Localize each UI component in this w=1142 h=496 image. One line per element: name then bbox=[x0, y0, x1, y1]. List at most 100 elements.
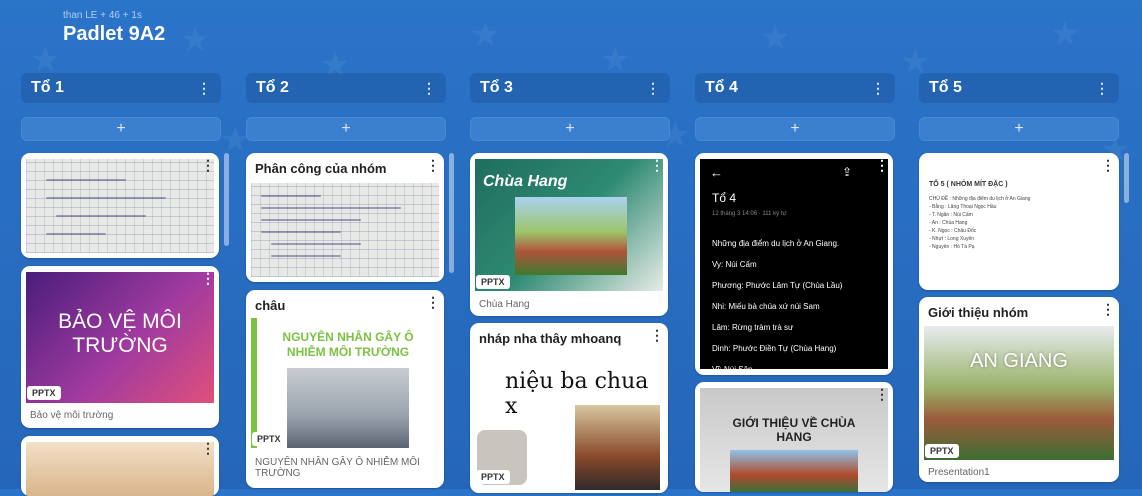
card-caption: NGUYÊN NHÂN GÂY Ô NHIỄM MÔI TRƯỜNG bbox=[255, 457, 420, 479]
temple-photo bbox=[515, 197, 627, 275]
note-line: - Nguyên : Hồ Tà Pạ bbox=[929, 244, 975, 250]
slide-thumbnail: BẢO VỆ MÔI TRƯỜNG bbox=[26, 272, 214, 403]
card-title: nháp nha thây mhoanq bbox=[479, 331, 622, 346]
column-header: Tổ 5 ⋮ bbox=[919, 73, 1119, 103]
column-menu-icon[interactable]: ⋮ bbox=[197, 80, 211, 97]
card-menu-icon[interactable]: ⋮ bbox=[426, 294, 440, 310]
back-arrow-icon: ← bbox=[710, 165, 723, 180]
card-menu-icon[interactable]: ⋮ bbox=[875, 157, 889, 173]
column-to-1: Tổ 1 ⋮ + bbox=[21, 73, 221, 141]
note-lines: Những địa điểm du lịch ở An Giang. Vy: N… bbox=[700, 233, 888, 369]
card-menu-icon[interactable]: ⋮ bbox=[426, 157, 440, 173]
card-menu-icon[interactable]: ⋮ bbox=[650, 327, 664, 343]
column-title: Tổ 5 bbox=[929, 79, 962, 96]
board-header: than LE + 46 + 1s Padlet 9A2 bbox=[63, 0, 165, 46]
slide-text: GIỚI THIỆU VỀ CHÙA HANG bbox=[732, 416, 856, 444]
slide-thumbnail: NGUYÊN NHÂN GÂY Ô NHIỄM MÔI TRƯỜNG bbox=[251, 318, 439, 448]
card-menu-icon[interactable]: ⋮ bbox=[875, 386, 889, 402]
slide-text: AN GIANG bbox=[970, 350, 1068, 372]
card-caption: Chùa Hang bbox=[479, 299, 530, 310]
post-card-gioi-thieu-nhom[interactable]: Giới thiệu nhóm AN GIANG PPTX Presentati… bbox=[919, 297, 1119, 482]
column-to-4: Tổ 4 ⋮ + bbox=[695, 73, 895, 141]
slide-text: BẢO VỆ MÔI TRƯỜNG bbox=[58, 310, 182, 357]
column-title: Tổ 1 bbox=[31, 79, 64, 96]
column-to-5: Tổ 5 ⋮ + bbox=[919, 73, 1119, 141]
slide-text: NGUYÊN NHÂN GÂY Ô NHIỄM MÔI TRƯỜNG bbox=[282, 330, 414, 359]
post-card-handwritten[interactable]: ⋮ bbox=[21, 153, 219, 258]
column-header: Tổ 3 ⋮ bbox=[470, 73, 670, 103]
card-menu-icon[interactable]: ⋮ bbox=[1101, 157, 1115, 173]
column-menu-icon[interactable]: ⋮ bbox=[1095, 80, 1109, 97]
add-post-button[interactable]: + bbox=[246, 117, 446, 141]
column-scrollbar[interactable] bbox=[449, 153, 454, 273]
card-menu-icon[interactable]: ⋮ bbox=[650, 157, 664, 173]
post-card-partial[interactable]: ⋮ bbox=[21, 436, 219, 496]
column-title: Tổ 2 bbox=[256, 79, 289, 96]
share-icon: ⇪ bbox=[841, 165, 852, 179]
post-card-to-5-list[interactable]: TỔ 5 ( NHÓM MÍT ĐẶC ) CHỦ ĐỀ : Những địa… bbox=[919, 153, 1119, 290]
note-line: - An : Chùa Hang bbox=[929, 220, 968, 226]
card-caption: Presentation1 bbox=[928, 467, 990, 478]
post-card-to-4-notes[interactable]: ← ⇪ Tổ 4 12 tháng 3 14:06 · 111 ký tự Nh… bbox=[695, 153, 893, 375]
note-line: - Bằng : Lăng Thoại Ngọc Hầu bbox=[929, 204, 997, 210]
temple-image bbox=[575, 405, 660, 490]
note-line: Lâm: Rừng tràm trà sư bbox=[712, 323, 794, 332]
card-title: châu bbox=[255, 298, 286, 313]
file-type-badge: PPTX bbox=[476, 275, 510, 289]
file-type-badge: PPTX bbox=[27, 386, 61, 400]
post-card-bao-ve[interactable]: BẢO VỆ MÔI TRƯỜNG PPTX Bảo vệ môi trường… bbox=[21, 266, 219, 428]
file-type-badge: PPTX bbox=[476, 470, 510, 484]
add-post-button[interactable]: + bbox=[919, 117, 1119, 141]
column-title: Tổ 3 bbox=[480, 79, 513, 96]
post-card-chau[interactable]: châu NGUYÊN NHÂN GÂY Ô NHIỄM MÔI TRƯỜNG … bbox=[246, 290, 444, 488]
note-lines: CHỦ ĐỀ : Những địa điểm du lịch ở An Gia… bbox=[929, 195, 1030, 251]
board-title: Padlet 9A2 bbox=[63, 23, 166, 45]
handwritten-image bbox=[26, 159, 214, 253]
card-menu-icon[interactable]: ⋮ bbox=[201, 270, 215, 286]
post-card-phan-cong[interactable]: Phân công của nhóm ⋮ bbox=[246, 153, 444, 282]
note-line: - T. Ngân : Núi Cấm bbox=[929, 212, 973, 218]
card-menu-icon[interactable]: ⋮ bbox=[201, 440, 215, 456]
temple-gate-image bbox=[730, 450, 858, 492]
note-line: Những địa điểm du lịch ở An Giang. bbox=[712, 239, 840, 248]
column-menu-icon[interactable]: ⋮ bbox=[422, 80, 436, 97]
post-card-nhap[interactable]: nháp nha thây mhoanq niệu ba chua x PPTX… bbox=[470, 323, 668, 493]
column-menu-icon[interactable]: ⋮ bbox=[871, 80, 885, 97]
card-title: Phân công của nhóm bbox=[255, 161, 387, 176]
add-post-button[interactable]: + bbox=[695, 117, 895, 141]
file-type-badge: PPTX bbox=[925, 444, 959, 458]
factory-image bbox=[287, 368, 409, 448]
slide-thumbnail bbox=[26, 442, 214, 496]
note-line: Nhi: Miếu bà chúa xứ núi Sam bbox=[712, 302, 820, 311]
note-line: Vĩ: Núi Sập bbox=[712, 359, 876, 369]
slide-text: Chùa Hang bbox=[483, 173, 568, 190]
column-scrollbar[interactable] bbox=[1124, 153, 1129, 203]
card-title: Giới thiệu nhóm bbox=[928, 305, 1029, 320]
note-line: CHỦ ĐỀ : Những địa điểm du lịch ở An Gia… bbox=[929, 196, 1031, 202]
note-line: Vy: Núi Cấm bbox=[712, 260, 757, 269]
post-card-gioi-thieu-chua-hang[interactable]: GIỚI THIỆU VỀ CHÙA HANG ⋮ bbox=[695, 382, 893, 492]
note-line: - K. Ngọc : Châu Đốc bbox=[929, 228, 977, 234]
file-type-badge: PPTX bbox=[252, 432, 286, 446]
column-to-3: Tổ 3 ⋮ + bbox=[470, 73, 670, 141]
phone-screenshot: ← ⇪ Tổ 4 12 tháng 3 14:06 · 111 ký tự Nh… bbox=[700, 159, 888, 369]
column-to-2: Tổ 2 ⋮ + bbox=[246, 73, 446, 141]
column-header: Tổ 2 ⋮ bbox=[246, 73, 446, 103]
card-menu-icon[interactable]: ⋮ bbox=[201, 157, 215, 173]
add-post-button[interactable]: + bbox=[21, 117, 221, 141]
post-card-chua-hang[interactable]: Chùa Hang PPTX Chùa Hang ⋮ bbox=[470, 153, 668, 316]
slide-thumbnail: GIỚI THIỆU VỀ CHÙA HANG bbox=[700, 388, 888, 492]
note-line: Phương: Phước Lâm Tự (Chùa Lầu) bbox=[712, 281, 843, 290]
note-subheading: 12 tháng 3 14:06 · 111 ký tự bbox=[712, 211, 787, 217]
note-heading: Tổ 4 bbox=[712, 191, 737, 205]
add-post-button[interactable]: + bbox=[470, 117, 670, 141]
column-menu-icon[interactable]: ⋮ bbox=[646, 80, 660, 97]
handwritten-image bbox=[251, 183, 439, 277]
column-scrollbar[interactable] bbox=[224, 153, 229, 246]
note-line: - Nhựt : Long Xuyên bbox=[929, 236, 975, 242]
column-header: Tổ 1 ⋮ bbox=[21, 73, 221, 103]
note-heading: TỔ 5 ( NHÓM MÍT ĐẶC ) bbox=[929, 181, 1008, 188]
card-menu-icon[interactable]: ⋮ bbox=[1101, 301, 1115, 317]
column-title: Tổ 4 bbox=[705, 79, 738, 96]
column-header: Tổ 4 ⋮ bbox=[695, 73, 895, 103]
